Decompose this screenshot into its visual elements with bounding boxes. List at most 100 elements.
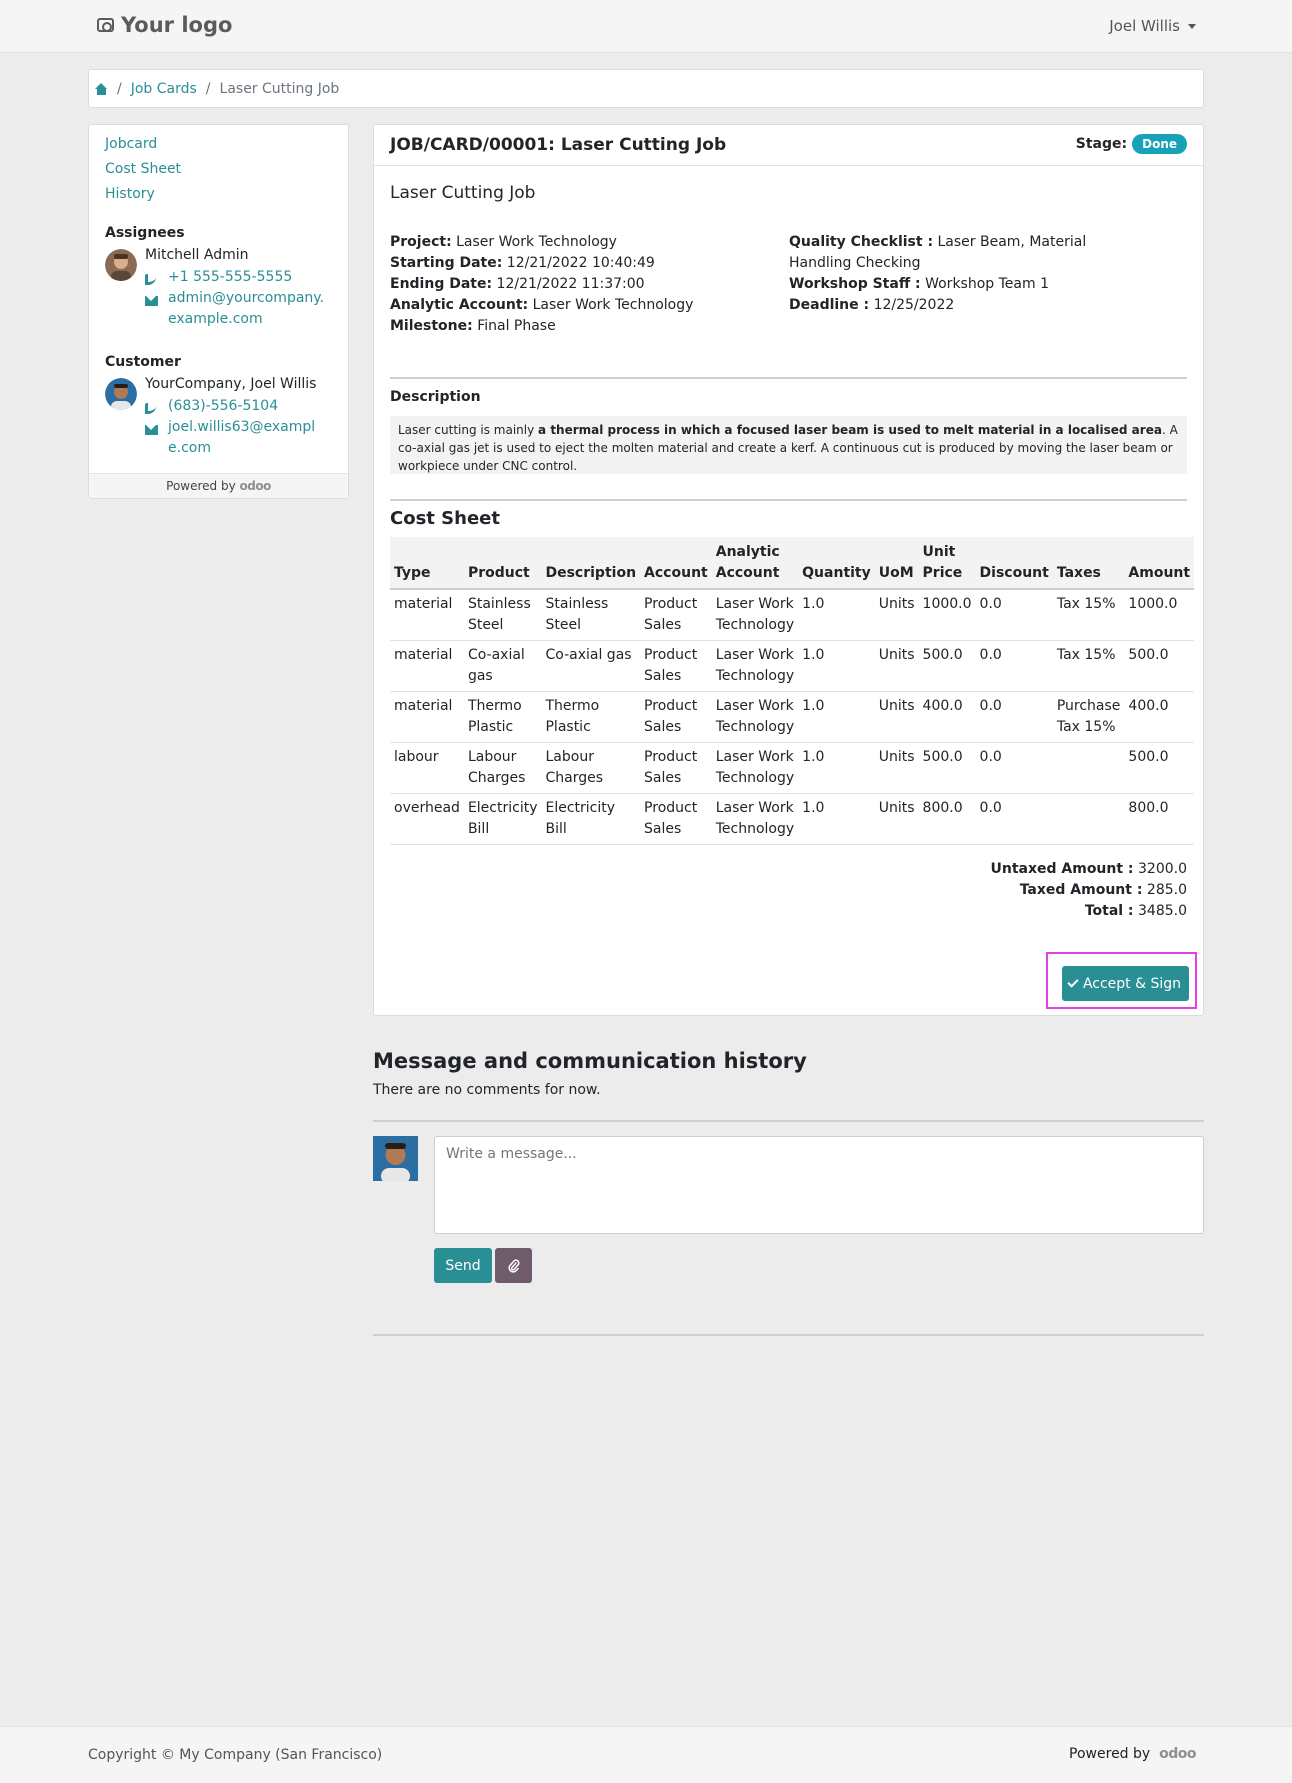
table-cell: Laser Work Technology: [711, 640, 799, 692]
phone-icon: [145, 274, 156, 285]
odoo-logo[interactable]: odoo: [1159, 1746, 1196, 1762]
column-header: Quantity: [798, 537, 875, 590]
column-header: Account: [640, 537, 712, 590]
divider: [390, 377, 1187, 379]
table-row: material Thermo Plastic Thermo Plastic Prod…: [390, 691, 1195, 743]
stage-badge: Done: [1132, 134, 1187, 154]
taxed-label: Taxed Amount :: [1019, 882, 1143, 898]
description-heading: Description: [390, 389, 481, 405]
table-cell: overhead: [390, 793, 464, 845]
message-input[interactable]: [434, 1136, 1204, 1234]
column-header: UoM: [874, 537, 919, 590]
column-header: Taxes: [1052, 537, 1125, 590]
column-header: Type: [390, 537, 464, 590]
customer-avatar: [105, 378, 137, 410]
taxed-value: 285.0: [1146, 882, 1187, 898]
table-cell: 1.0: [798, 691, 875, 743]
table-cell: material: [390, 691, 464, 743]
table-cell: Laser Work Technology: [711, 742, 799, 794]
table-cell: 1.0: [798, 793, 875, 845]
odoo-logo[interactable]: odoo: [240, 479, 272, 493]
analytic-account-label: Analytic Account:: [390, 297, 529, 313]
assignee-email[interactable]: admin@yourcompany.example.com: [145, 288, 328, 330]
table-cell: Stainless Steel: [463, 589, 542, 641]
sidebar-link-jobcard[interactable]: Jobcard: [105, 136, 157, 152]
accept-sign-button[interactable]: Accept & Sign: [1062, 966, 1189, 1001]
card-title: JOB/CARD/00001: Laser Cutting Job: [390, 135, 727, 155]
envelope-icon: [145, 425, 158, 435]
powered-by-label: Powered by: [1069, 1746, 1151, 1762]
table-cell: Units: [874, 742, 919, 794]
totals-block: Untaxed Amount : 3200.0 Taxed Amount : 2…: [991, 859, 1188, 922]
stage-label: Stage:: [1075, 136, 1128, 152]
description-box: Laser cutting is mainly a thermal proces…: [390, 416, 1187, 474]
untaxed-value: 3200.0: [1138, 861, 1187, 877]
column-header: Description: [541, 537, 641, 590]
table-row: overhead Electricity Bill Electricity Bill…: [390, 793, 1195, 845]
table-cell: Product Sales: [640, 742, 712, 794]
sidebar-powered-by: Powered by odoo: [89, 473, 348, 498]
assignees-heading: Assignees: [105, 225, 185, 241]
sidebar-link-cost-sheet[interactable]: Cost Sheet: [105, 161, 181, 177]
phone-icon: [145, 403, 156, 414]
copyright-text: Copyright © My Company (San Francisco): [88, 1747, 383, 1763]
analytic-account-value: Laser Work Technology: [532, 297, 694, 313]
assignee-name: Mitchell Admin: [145, 247, 249, 263]
table-cell: Co-axial gas: [541, 640, 641, 692]
assignee-avatar: [105, 249, 137, 281]
quality-checklist-label: Quality Checklist :: [789, 234, 934, 250]
table-cell: Electricity Bill: [463, 793, 542, 845]
sidebar-link-history[interactable]: History: [105, 186, 155, 202]
no-comments-text: There are no comments for now.: [373, 1082, 601, 1098]
breadcrumb-job-cards[interactable]: Job Cards: [131, 81, 197, 97]
table-cell: Product Sales: [640, 793, 712, 845]
table-cell: 500.0: [1124, 640, 1195, 692]
customer-heading: Customer: [105, 354, 181, 370]
deadline-value: 12/25/2022: [873, 297, 955, 313]
table-cell: material: [390, 640, 464, 692]
table-cell: 1000.0: [918, 589, 976, 641]
table-cell: material: [390, 589, 464, 641]
table-header-row: Type Product Description Account Analyti…: [390, 537, 1195, 590]
camera-icon: [97, 18, 114, 32]
table-cell: 400.0: [1124, 691, 1195, 743]
column-header: Amount: [1124, 537, 1195, 590]
divider: [373, 1334, 1204, 1336]
send-button[interactable]: Send: [434, 1248, 492, 1283]
table-cell: Laser Work Technology: [711, 589, 799, 641]
table-cell: 800.0: [1124, 793, 1195, 845]
top-navbar: Your logo Joel Willis: [0, 0, 1292, 53]
home-icon[interactable]: [95, 82, 108, 95]
table-cell: Laser Work Technology: [711, 793, 799, 845]
table-cell: Labour Charges: [541, 742, 641, 794]
sidebar: Jobcard Cost Sheet History Assignees Mit…: [88, 124, 349, 499]
table-cell: Electricity Bill: [541, 793, 641, 845]
job-info-left: Project: Laser Work Technology Starting …: [390, 232, 770, 337]
attach-button[interactable]: [495, 1248, 532, 1283]
footer-powered-by: Powered by odoo: [1069, 1746, 1196, 1762]
column-header: Discount: [975, 537, 1053, 590]
job-info-right: Quality Checklist : Laser Beam, Material…: [789, 232, 1119, 316]
project-label: Project:: [390, 234, 452, 250]
column-header: Unit Price: [918, 537, 976, 590]
description-text: Laser cutting is mainly: [398, 423, 539, 437]
breadcrumb: / Job Cards / Laser Cutting Job: [88, 69, 1204, 108]
table-cell: 1000.0: [1124, 589, 1195, 641]
company-logo[interactable]: Your logo: [97, 13, 232, 37]
powered-by-label: Powered by: [166, 479, 236, 493]
job-card-panel: JOB/CARD/00001: Laser Cutting Job Stage:…: [373, 124, 1204, 1016]
table-row: material Stainless Steel Stainless Steel Pr…: [390, 589, 1195, 641]
breadcrumb-current: Laser Cutting Job: [219, 80, 340, 97]
workshop-staff-value: Workshop Team 1: [925, 276, 1049, 292]
table-cell: labour: [390, 742, 464, 794]
accept-sign-label: Accept & Sign: [1082, 975, 1182, 992]
customer-email[interactable]: joel.willis63@example.com: [145, 417, 328, 459]
project-value: Laser Work Technology: [456, 234, 617, 250]
table-cell: Laser Work Technology: [711, 691, 799, 743]
divider: [373, 1120, 1204, 1122]
user-menu[interactable]: Joel Willis: [1109, 17, 1196, 35]
caret-down-icon: [1188, 23, 1196, 29]
total-value: 3485.0: [1138, 903, 1187, 919]
envelope-icon: [145, 296, 158, 306]
table-cell: 0.0: [975, 793, 1053, 845]
